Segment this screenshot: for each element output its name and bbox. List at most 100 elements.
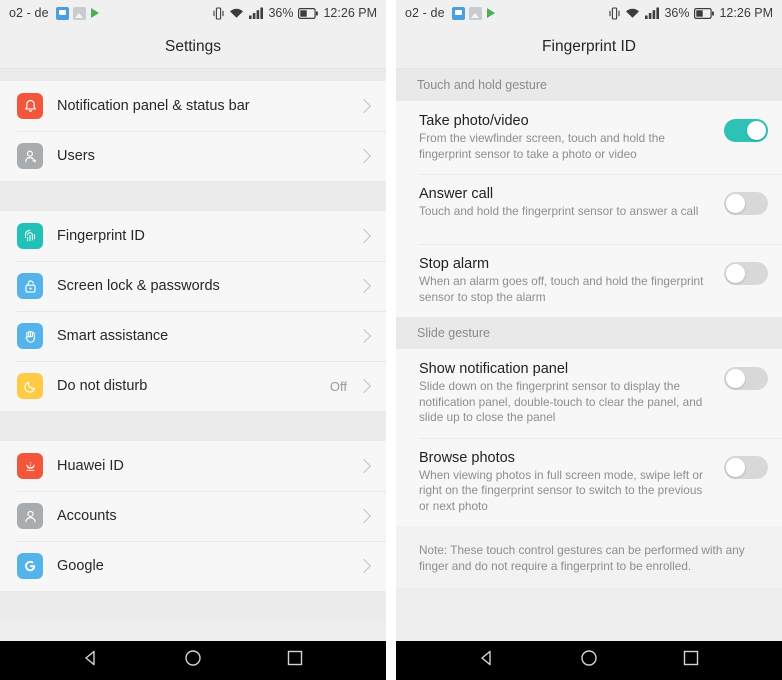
settings-row-fingerprint-id[interactable]: Fingerprint ID	[0, 211, 386, 261]
vibrate-icon	[213, 6, 225, 20]
status-app-icons	[451, 6, 497, 20]
section-header-label: Slide gesture	[417, 326, 490, 340]
huawei-logo-icon	[17, 453, 43, 479]
home-button[interactable]	[183, 648, 203, 673]
navigation-bar-right[interactable]	[396, 641, 782, 680]
vibrate-icon	[609, 6, 621, 20]
right-title-bar: Fingerprint ID	[396, 26, 782, 69]
recent-apps-button[interactable]	[681, 648, 701, 673]
footer-note: Note: These touch control gestures can b…	[396, 526, 782, 588]
status-bar-left-group: o2 - de	[405, 6, 497, 20]
settings-row-notification-panel[interactable]: Notification panel & status bar	[0, 81, 386, 131]
setting-title: Browse photos	[419, 449, 515, 466]
settings-row-label: Do not disturb	[57, 378, 148, 394]
setting-text-block: Answer call Touch and hold the fingerpri…	[419, 186, 724, 220]
settings-row-google[interactable]: Google	[0, 541, 386, 591]
setting-title: Take photo/video	[419, 113, 529, 129]
toggle-knob	[726, 369, 745, 388]
toggle-knob	[726, 457, 745, 477]
setting-title: Stop alarm	[419, 256, 490, 272]
home-button[interactable]	[579, 648, 599, 673]
signal-icon	[645, 7, 660, 19]
settings-row-do-not-disturb[interactable]: Do not disturb Off	[0, 361, 386, 411]
setting-description: Slide down on the fingerprint sensor to …	[419, 379, 703, 424]
list-top-gap	[0, 69, 386, 81]
settings-group-3: Huawei ID Accounts Google	[0, 441, 386, 591]
battery-percent-label: 36%	[268, 6, 294, 20]
play-store-icon	[90, 7, 101, 20]
setting-text-block: Stop alarm When an alarm goes off, touch…	[419, 256, 724, 305]
chevron-right-icon	[356, 328, 372, 344]
wifi-icon	[229, 7, 244, 19]
settings-row-label: Huawei ID	[57, 458, 124, 474]
wifi-icon	[625, 7, 640, 19]
battery-icon	[694, 7, 715, 19]
chevron-right-icon	[356, 148, 372, 164]
play-store-icon	[486, 7, 497, 20]
setting-row-browse-photos[interactable]: Browse photos When viewing photos in ful…	[396, 437, 782, 526]
section-header-slide-gesture: Slide gesture	[396, 317, 782, 349]
settings-row-label: Screen lock & passwords	[57, 278, 220, 294]
navigation-bar-left[interactable]	[0, 641, 386, 680]
user-icon	[17, 143, 43, 169]
clock-label: 12:26 PM	[323, 6, 377, 20]
setting-description: When viewing photos in full screen mode,…	[419, 467, 703, 513]
signal-icon	[249, 7, 264, 19]
settings-list[interactable]: Notification panel & status bar Users Fi…	[0, 69, 386, 641]
status-bar-right-group: 36% 12:26 PM	[609, 6, 773, 20]
fingerprint-settings-list[interactable]: Touch and hold gesture Take photo/video …	[396, 69, 782, 641]
setting-title: Show notification panel	[419, 361, 569, 377]
toggle-knob	[747, 121, 766, 140]
settings-group-2: Fingerprint ID Screen lock & passwords S…	[0, 211, 386, 411]
right-phone-screen: o2 - de 36% 12:26 PM Fingerprint ID Touc…	[391, 0, 782, 680]
left-phone-screen: o2 - de 36% 12:26 PM Settings Notificati…	[0, 0, 391, 680]
setting-title: Answer call	[419, 186, 494, 202]
chevron-right-icon	[356, 458, 372, 474]
setting-row-stop-alarm[interactable]: Stop alarm When an alarm goes off, touch…	[396, 244, 782, 317]
status-bar-left-group: o2 - de	[9, 6, 101, 20]
settings-row-screen-lock[interactable]: Screen lock & passwords	[0, 261, 386, 311]
chevron-right-icon	[356, 508, 372, 524]
back-button[interactable]	[81, 648, 101, 673]
toggle-stop-alarm[interactable]	[724, 262, 768, 285]
messaging-icon	[451, 6, 465, 20]
accounts-icon	[17, 503, 43, 529]
toggle-answer-call[interactable]	[724, 192, 768, 215]
group-separator-2	[0, 411, 386, 441]
carrier-label: o2 - de	[9, 6, 49, 20]
recent-apps-button[interactable]	[285, 648, 305, 673]
settings-row-label: Google	[57, 558, 104, 574]
clock-label: 12:26 PM	[719, 6, 773, 20]
section-header-touch-hold: Touch and hold gesture	[396, 69, 782, 101]
settings-row-users[interactable]: Users	[0, 131, 386, 181]
setting-row-answer-call[interactable]: Answer call Touch and hold the fingerpri…	[396, 174, 782, 244]
section-header-label: Touch and hold gesture	[417, 78, 547, 92]
settings-row-accounts[interactable]: Accounts	[0, 491, 386, 541]
setting-text-block: Show notification panel Slide down on th…	[419, 361, 724, 426]
chevron-right-icon	[356, 278, 372, 294]
setting-description: Touch and hold the fingerprint sensor to…	[419, 204, 699, 218]
back-button[interactable]	[477, 648, 497, 673]
settings-row-huawei-id[interactable]: Huawei ID	[0, 441, 386, 491]
toggle-show-notification-panel[interactable]	[724, 367, 768, 390]
battery-icon	[298, 7, 319, 19]
settings-row-value: Off	[329, 378, 347, 394]
status-bar-left: o2 - de 36% 12:26 PM	[0, 0, 386, 26]
setting-row-show-notification-panel[interactable]: Show notification panel Slide down on th…	[396, 349, 782, 438]
setting-description: When an alarm goes off, touch and hold t…	[419, 274, 704, 304]
status-bar-right: o2 - de 36% 12:26 PM	[396, 0, 782, 26]
moon-icon	[17, 373, 43, 399]
group-separator-1	[0, 181, 386, 211]
chevron-right-icon	[356, 378, 372, 394]
settings-row-label: Notification panel & status bar	[57, 98, 250, 114]
status-bar-right-group: 36% 12:26 PM	[213, 6, 377, 20]
toggle-browse-photos[interactable]	[724, 455, 768, 479]
setting-text-block: Take photo/video From the viewfinder scr…	[419, 113, 724, 162]
chevron-right-icon	[356, 228, 372, 244]
setting-row-take-photo-video[interactable]: Take photo/video From the viewfinder scr…	[396, 101, 782, 174]
toggle-knob	[726, 194, 745, 213]
toggle-take-photo-video[interactable]	[724, 119, 768, 142]
settings-row-smart-assistance[interactable]: Smart assistance	[0, 311, 386, 361]
fingerprint-icon	[17, 223, 43, 249]
carrier-label: o2 - de	[405, 6, 445, 20]
